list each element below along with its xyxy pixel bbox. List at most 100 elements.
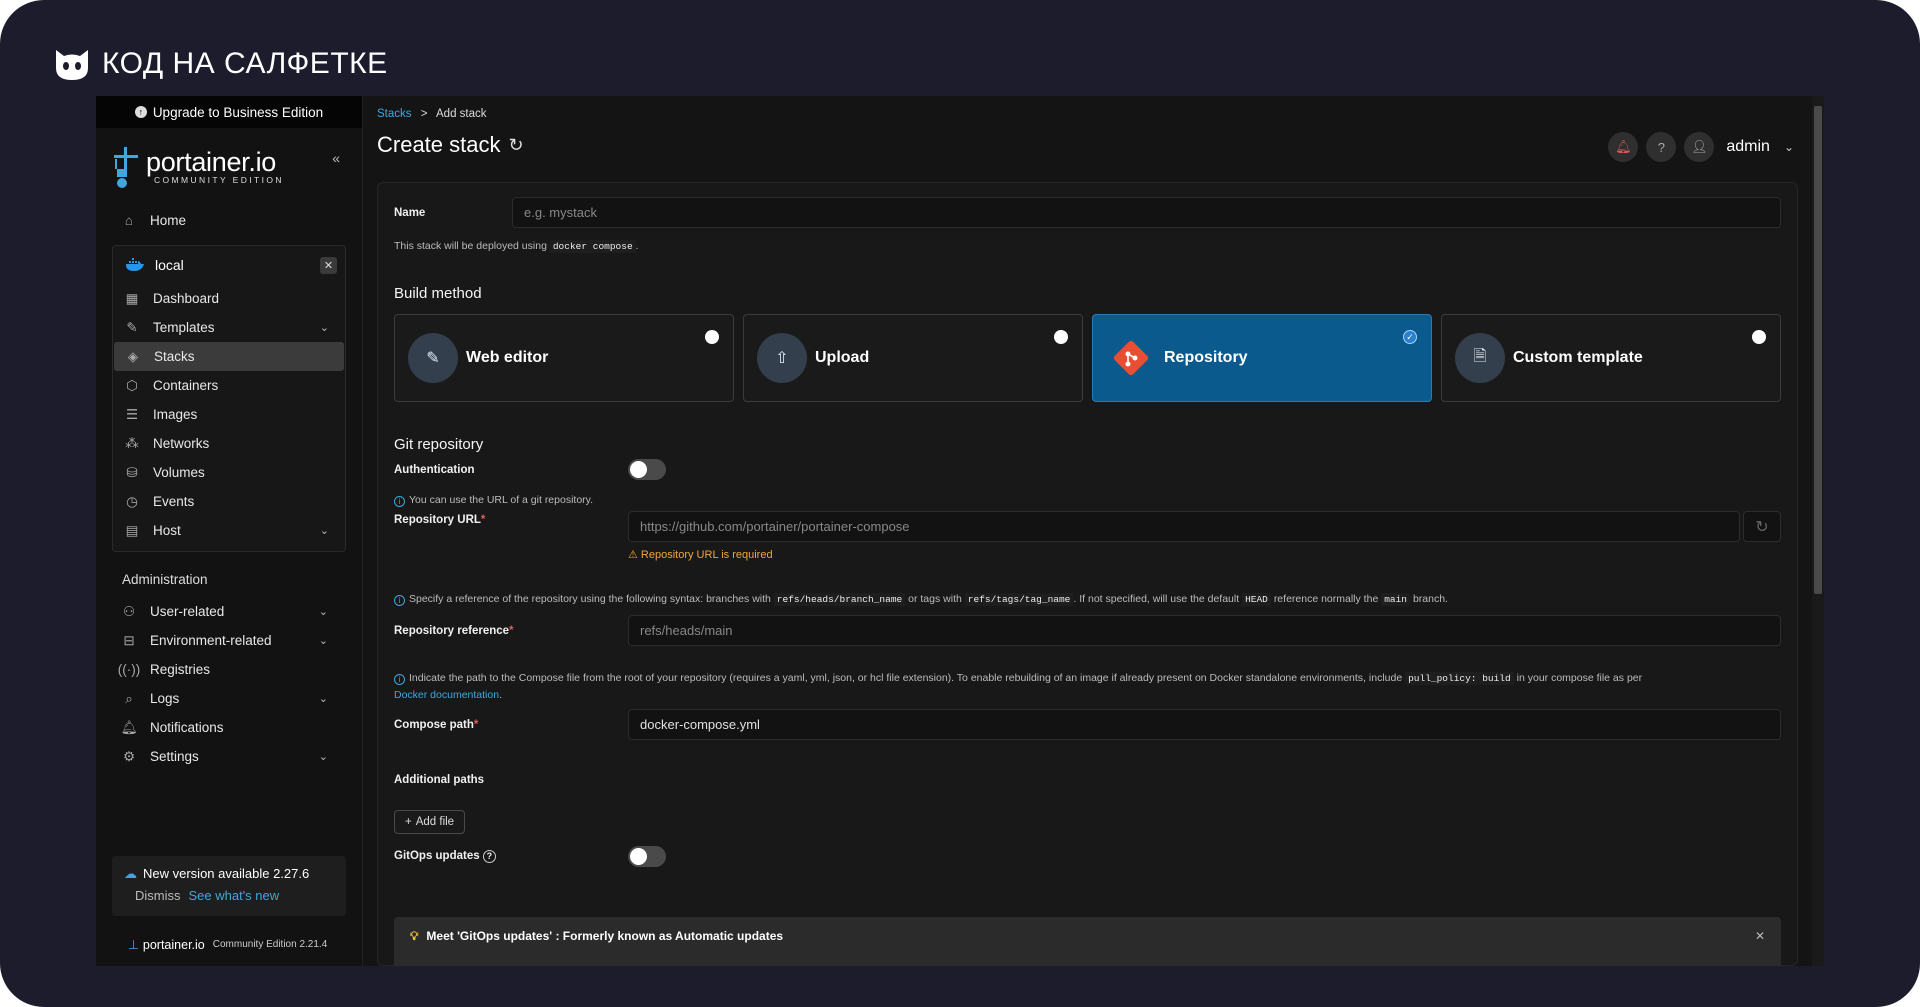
- help-text: .: [499, 689, 502, 701]
- update-title: New version available 2.27.6: [143, 866, 310, 881]
- layers-icon: ◈: [127, 348, 139, 364]
- help-code: refs/tags/tag_name: [964, 593, 1074, 606]
- help-text: reference normally the: [1273, 593, 1379, 605]
- sidebar-item-home[interactable]: ⌂ Home: [96, 206, 362, 235]
- brand-logo: КОД НА САЛФЕТКЕ: [52, 44, 388, 84]
- upgrade-banner[interactable]: ↑ Upgrade to Business Edition: [96, 96, 362, 128]
- bell-icon: 🔔︎: [120, 719, 138, 735]
- breadcrumb-separator: >: [420, 108, 428, 120]
- chevron-down-icon[interactable]: ⌄: [1784, 140, 1794, 154]
- sidebar-item-containers[interactable]: ⬡ Containers: [113, 371, 345, 400]
- radio-button[interactable]: [705, 330, 719, 344]
- help-code: pull_policy: build: [1405, 672, 1514, 685]
- sidebar-item-label: Networks: [153, 436, 210, 451]
- sidebar-item-user-related[interactable]: ⚇ User-related ⌄: [96, 597, 362, 626]
- sidebar-item-images[interactable]: ☰ Images: [113, 400, 345, 429]
- help-text: in your compose file as per: [1516, 672, 1643, 684]
- dismiss-link[interactable]: Dismiss: [135, 888, 181, 903]
- portainer-logo[interactable]: portainer.io COMMUNITY EDITION «: [96, 128, 362, 206]
- help-code: refs/heads/branch_name: [773, 593, 906, 606]
- cloud-download-icon: ☁: [124, 866, 137, 881]
- compose-path-input[interactable]: docker-compose.yml: [628, 709, 1781, 740]
- repository-reference-input[interactable]: refs/heads/main: [628, 615, 1781, 646]
- build-method-custom-template[interactable]: 🗎︎ Custom template: [1441, 314, 1781, 402]
- repository-url-row: Repository URL* https://github.com/porta…: [394, 511, 1781, 561]
- help-text: Indicate the path to the Compose file fr…: [409, 672, 1403, 684]
- brand-text: КОД НА САЛФЕТКЕ: [102, 47, 388, 80]
- sidebar-item-registries[interactable]: ((·)) Registries: [96, 655, 362, 684]
- close-banner-icon[interactable]: ✕: [1755, 929, 1765, 943]
- sidebar-item-dashboard[interactable]: ▦ Dashboard: [113, 284, 345, 313]
- docker-documentation-link[interactable]: Docker documentation: [394, 689, 499, 701]
- page-title: Create stack: [377, 132, 501, 157]
- chevron-down-icon: ⌄: [319, 525, 329, 537]
- page-title-row: Create stack ↻: [377, 132, 1810, 158]
- gitops-label: GitOps updates ?: [394, 850, 628, 863]
- gitops-toggle[interactable]: [628, 846, 666, 867]
- error-text: Repository URL is required: [640, 549, 773, 561]
- docker-icon: [126, 258, 144, 271]
- sidebar-item-stacks[interactable]: ◈ Stacks: [114, 342, 344, 371]
- help-code: HEAD: [1242, 593, 1271, 606]
- user-avatar-icon[interactable]: 👤︎: [1684, 132, 1715, 162]
- card-title: Web editor: [466, 349, 549, 366]
- sidebar-item-events[interactable]: ◷ Events: [113, 487, 345, 516]
- sidebar-item-notifications[interactable]: 🔔︎ Notifications: [96, 713, 362, 742]
- scrollbar-thumb[interactable]: [1814, 106, 1822, 594]
- auth-label: Authentication: [394, 463, 475, 476]
- help-text: Specify a reference of the repository us…: [409, 593, 771, 605]
- sidebar-footer: ⊥ portainer.io Community Edition 2.21.4: [128, 937, 327, 953]
- sidebar-item-environment-related[interactable]: ⊟ Environment-related ⌄: [96, 626, 362, 655]
- deploy-help-text: This stack will be deployed using: [394, 240, 547, 252]
- sidebar-item-networks[interactable]: ⁂ Networks: [113, 429, 345, 458]
- collapse-sidebar-icon[interactable]: «: [332, 150, 340, 166]
- build-method-repository[interactable]: Repository ✓: [1092, 314, 1432, 402]
- sidebar-item-label: Settings: [150, 749, 199, 764]
- radio-button[interactable]: [1752, 330, 1766, 344]
- breadcrumb-stacks-link[interactable]: Stacks: [377, 108, 412, 120]
- environment-header: local ✕: [113, 250, 345, 280]
- see-whats-new-link[interactable]: See what's new: [189, 888, 280, 903]
- url-help-text: You can use the URL of a git repository.: [409, 494, 594, 506]
- upgrade-icon: ↑: [134, 106, 147, 118]
- sidebar-item-label: Registries: [150, 662, 211, 677]
- new-version-box: ☁ New version available 2.27.6 Dismiss See…: [112, 856, 346, 916]
- sidebar-item-templates[interactable]: ✎ Templates ⌄: [113, 313, 345, 342]
- name-row: Name e.g. mystack: [394, 197, 1781, 228]
- authentication-toggle[interactable]: [628, 459, 666, 480]
- build-method-web-editor[interactable]: ✎ Web editor: [394, 314, 734, 402]
- label-text: GitOps updates: [394, 850, 480, 862]
- portainer-crane-icon: [114, 147, 138, 188]
- repository-reference-row: Repository reference* refs/heads/main: [394, 615, 1781, 646]
- cloud-upload-icon: ⇧: [757, 333, 807, 383]
- sidebar-item-volumes[interactable]: ⛁ Volumes: [113, 458, 345, 487]
- help-circle-icon[interactable]: ?: [482, 850, 496, 863]
- close-environment-icon[interactable]: ✕: [320, 256, 337, 274]
- add-file-button[interactable]: + Add file: [394, 810, 466, 834]
- build-method-upload[interactable]: ⇧ Upload: [743, 314, 1083, 402]
- refresh-icon[interactable]: ↻: [509, 135, 524, 156]
- sidebar-item-label: Stacks: [154, 349, 195, 364]
- chevron-down-icon: ⌄: [318, 635, 328, 647]
- search-icon: ⌕: [125, 690, 133, 706]
- sidebar-item-label: Dashboard: [153, 291, 220, 306]
- host-icon: ▤: [125, 522, 139, 538]
- help-icon[interactable]: ?: [1646, 132, 1677, 162]
- sidebar-item-host[interactable]: ▤ Host ⌄: [113, 516, 345, 545]
- sidebar-item-settings[interactable]: ⚙ Settings ⌄: [96, 742, 362, 771]
- repository-url-input[interactable]: https://github.com/portainer/portainer-c…: [628, 511, 1740, 542]
- deploy-help: This stack will be deployed using docker…: [394, 240, 1781, 253]
- refresh-repository-icon[interactable]: ↻: [1743, 511, 1781, 542]
- user-name[interactable]: admin: [1726, 138, 1770, 156]
- scrollbar[interactable]: [1812, 96, 1824, 966]
- radio-button[interactable]: [1054, 330, 1068, 344]
- list-icon: ☰: [125, 406, 139, 422]
- card-title: Repository: [1164, 349, 1248, 366]
- create-stack-form: Name e.g. mystack This stack will be dep…: [377, 182, 1798, 966]
- notifications-bell-icon[interactable]: 🔔︎: [1608, 132, 1639, 162]
- sidebar-item-label: Host: [153, 523, 181, 538]
- name-input[interactable]: e.g. mystack: [512, 197, 1781, 228]
- radio-button-checked[interactable]: ✓: [1403, 330, 1417, 344]
- info-icon: i: [394, 595, 405, 606]
- sidebar-item-logs[interactable]: ⌕ Logs ⌄: [96, 684, 362, 713]
